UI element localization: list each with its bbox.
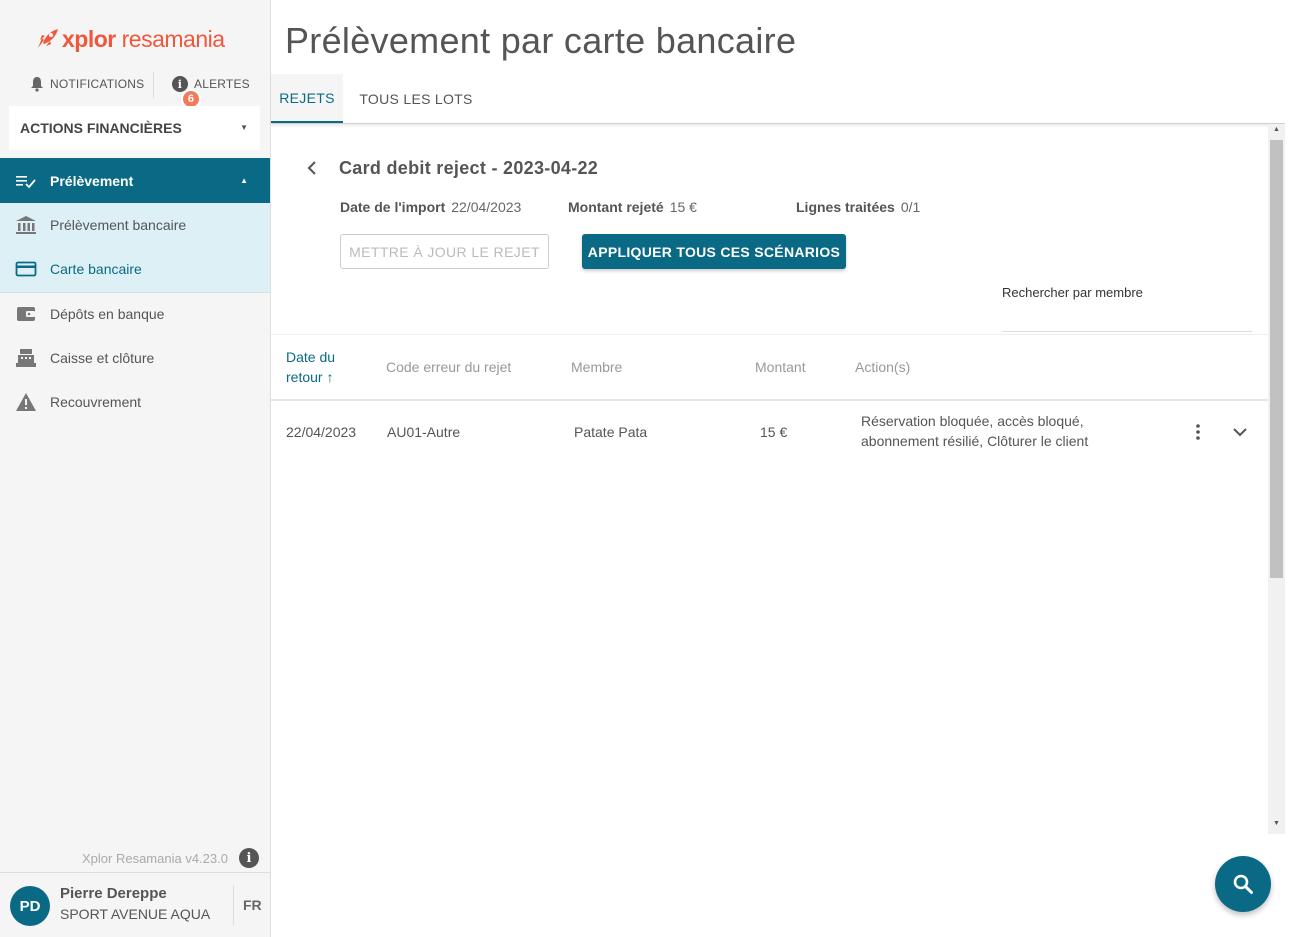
import-date-label: Date de l'import <box>340 199 446 215</box>
cell-date: 22/04/2023 <box>286 424 357 440</box>
cell-actions: Réservation bloquée, accès bloqué, abonn… <box>861 413 1089 449</box>
sidebar-item-label: Caisse et clôture <box>50 350 155 366</box>
tab-tous-les-lots[interactable]: TOUS LES LOTS <box>353 74 479 123</box>
column-header-actions: Action(s) <box>855 359 911 375</box>
sidebar-item-label: Recouvrement <box>50 394 142 410</box>
scrollbar-thumb[interactable] <box>1270 140 1283 578</box>
user-name: Pierre Dereppe <box>60 885 167 902</box>
lines-meta: Lignes traitées 0/1 <box>796 199 920 215</box>
section-select-label: ACTIONS FINANCIÈRES <box>20 120 182 136</box>
column-header-date-line1: Date du <box>286 349 336 365</box>
chevron-down-icon[interactable] <box>1231 425 1249 439</box>
wallet-icon <box>17 307 35 321</box>
rocket-logo-icon <box>38 29 58 48</box>
cell-amount: 15 € <box>760 424 788 440</box>
column-header-date[interactable]: Date du retour ↑ <box>286 347 335 387</box>
top-links-divider <box>153 72 154 98</box>
scroll-up-icon[interactable]: ▲ <box>1273 126 1280 133</box>
tab-rejets[interactable]: REJETS <box>271 74 343 123</box>
member-search-input[interactable] <box>1002 331 1252 332</box>
caret-up-icon: ▲ <box>240 176 248 185</box>
version-text: Xplor Resamania v4.23.0 <box>82 850 228 866</box>
import-date-meta: Date de l'import 22/04/2023 <box>340 199 521 215</box>
alerts-label: ALERTES <box>194 77 250 91</box>
avatar[interactable]: PD <box>10 886 50 926</box>
caret-down-icon: ▼ <box>240 123 248 132</box>
search-fab-button[interactable] <box>1215 856 1271 912</box>
scrollbar[interactable]: ▲ ▼ <box>1268 124 1285 834</box>
lines-label: Lignes traitées <box>796 199 895 215</box>
top-links: NOTIFICATIONS i ALERTES 6 <box>0 70 271 109</box>
notifications-link[interactable]: NOTIFICATIONS <box>30 76 144 92</box>
app-version: Xplor Resamania v4.23.0 i <box>82 848 265 868</box>
sidebar: xplor resamania NOTIFICATIONS i ALERTES … <box>0 0 271 937</box>
sidebar-item-recouvrement[interactable]: Recouvrement <box>0 380 270 424</box>
amount-label: Montant rejeté <box>568 199 664 215</box>
column-header-amount[interactable]: Montant <box>755 359 806 375</box>
search-icon <box>1233 874 1253 894</box>
logo-text-xplor: xplor <box>62 25 116 52</box>
column-header-date-line2: retour ↑ <box>286 369 334 385</box>
cell-code: AU01-Autre <box>387 424 461 440</box>
import-date-value: 22/04/2023 <box>451 199 522 215</box>
lines-value: 0/1 <box>900 199 921 215</box>
sidebar-item-label: Dépôts en banque <box>50 306 165 322</box>
sidebar-item-label: Prélèvement <box>50 172 134 189</box>
list-check-icon <box>16 175 36 188</box>
version-info-icon[interactable]: i <box>238 848 259 868</box>
user-bar-divider <box>233 885 234 925</box>
user-bar: PD Pierre Dereppe SPORT AVENUE AQUA FR <box>0 872 270 937</box>
table-header-divider <box>271 399 1268 401</box>
alerts-link[interactable]: i ALERTES 6 <box>172 76 250 109</box>
app-logo[interactable]: xplor resamania <box>34 24 225 54</box>
section-select[interactable]: ACTIONS FINANCIÈRES ▼ <box>9 106 260 150</box>
column-header-code[interactable]: Code erreur du rejet <box>386 359 511 375</box>
reject-title: Card debit reject - 2023-04-22 <box>339 158 599 178</box>
user-club: SPORT AVENUE AQUA <box>60 906 211 922</box>
bank-icon <box>16 216 36 234</box>
sidebar-item-prelevement[interactable]: Prélèvement ▲ <box>0 158 270 203</box>
sidebar-item-depots[interactable]: Dépôts en banque <box>0 292 270 336</box>
language-switch[interactable]: FR <box>243 897 262 913</box>
column-header-member[interactable]: Membre <box>571 359 622 375</box>
sidebar-subitems: Prélèvement bancaire Carte bancaire <box>0 203 270 293</box>
cell-member: Patate Pata <box>574 424 648 440</box>
scroll-down-icon[interactable]: ▼ <box>1273 820 1280 827</box>
sidebar-item-label: Prélèvement bancaire <box>50 217 187 233</box>
sidebar-item-carte-bancaire[interactable]: Carte bancaire <box>0 247 270 291</box>
window-edge <box>1285 0 1302 937</box>
back-chevron-icon[interactable] <box>304 158 320 178</box>
credit-card-icon <box>15 261 37 277</box>
member-search-label: Rechercher par membre <box>1002 285 1143 300</box>
page-title: Prélèvement par carte bancaire <box>285 20 797 61</box>
logo-text-resamania: resamania <box>115 25 225 52</box>
update-reject-button[interactable]: METTRE À JOUR LE REJET <box>340 234 549 269</box>
sidebar-item-prelevement-bancaire[interactable]: Prélèvement bancaire <box>0 203 270 247</box>
warning-icon <box>16 393 36 411</box>
more-vert-icon[interactable] <box>1192 423 1204 441</box>
amount-value: 15 € <box>669 199 697 215</box>
tab-bar: REJETS TOUS LES LOTS <box>271 74 1285 124</box>
notifications-label: NOTIFICATIONS <box>50 77 145 91</box>
main-content: Prélèvement par carte bancaire REJETS TO… <box>271 0 1285 937</box>
amount-meta: Montant rejeté 15 € <box>568 199 697 215</box>
table-top-divider <box>271 334 1268 335</box>
cash-register-icon <box>16 349 36 367</box>
bell-icon <box>31 77 43 92</box>
sidebar-item-caisse[interactable]: Caisse et clôture <box>0 336 270 380</box>
sidebar-item-label: Carte bancaire <box>50 261 142 277</box>
apply-scenarios-button[interactable]: APPLIQUER TOUS CES SCÉNARIOS <box>582 234 846 269</box>
